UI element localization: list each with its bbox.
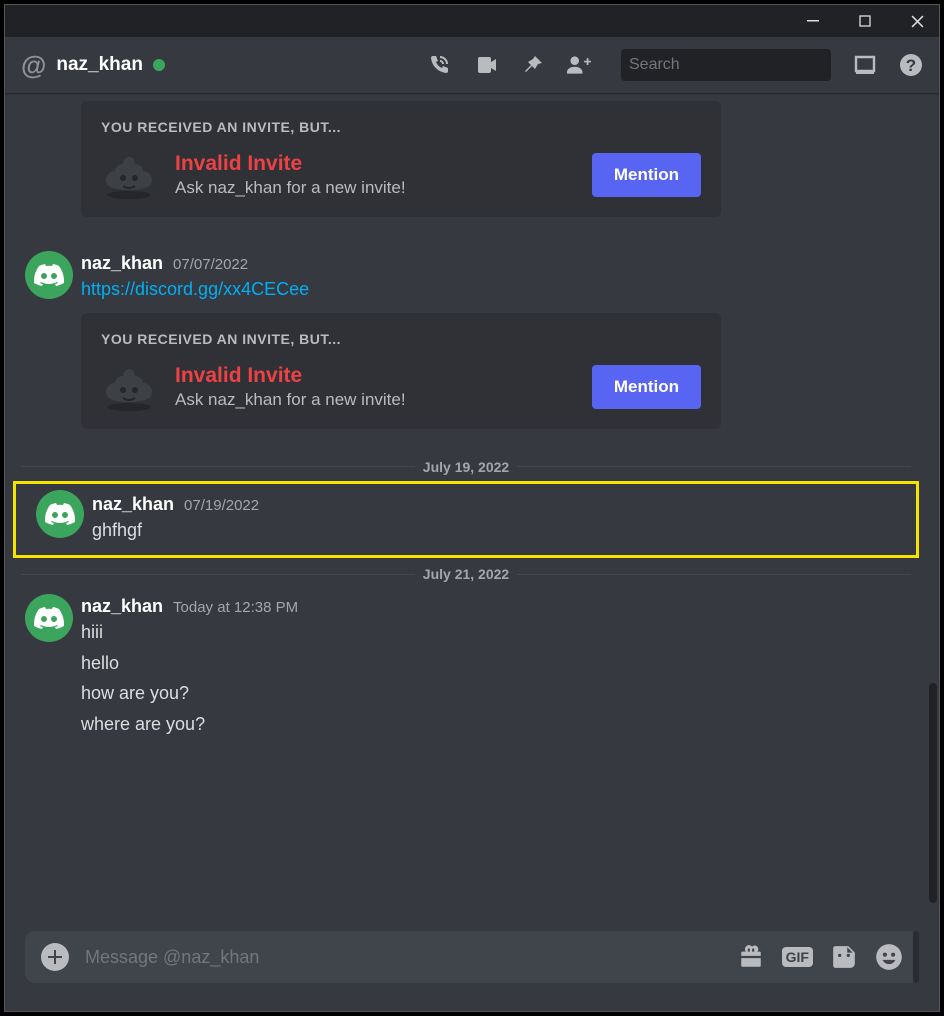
channel-name: naz_khan bbox=[56, 54, 143, 76]
invite-invalid-label: Invalid Invite bbox=[175, 364, 574, 388]
emoji-button[interactable] bbox=[875, 943, 903, 971]
avatar[interactable] bbox=[36, 490, 84, 538]
avatar[interactable] bbox=[25, 594, 73, 642]
scrollbar-thumb[interactable] bbox=[929, 683, 937, 903]
date-divider: July 21, 2022 bbox=[21, 566, 911, 582]
inbox-button[interactable] bbox=[853, 53, 877, 77]
composer-scrollbar[interactable] bbox=[913, 931, 919, 983]
poop-icon bbox=[101, 151, 157, 199]
help-button[interactable]: ? bbox=[899, 53, 923, 77]
message-text: ghfhgf bbox=[92, 515, 892, 546]
invite-title: YOU RECEIVED AN INVITE, BUT... bbox=[101, 119, 701, 135]
message-list: YOU RECEIVED AN INVITE, BUT... Invalid I… bbox=[5, 93, 927, 931]
message-item: naz_khan 07/19/2022 ghfhgf bbox=[16, 484, 908, 556]
at-icon: @ bbox=[21, 50, 46, 81]
message-composer[interactable]: GIF bbox=[25, 931, 919, 983]
window-minimize-button[interactable] bbox=[799, 7, 827, 35]
message-input[interactable] bbox=[85, 947, 722, 968]
message-item: naz_khan Today at 12:38 PM hiii hello ho… bbox=[5, 588, 927, 741]
chat-content: YOU RECEIVED AN INVITE, BUT... Invalid I… bbox=[5, 93, 939, 931]
search-box[interactable] bbox=[621, 49, 831, 81]
invite-embed: YOU RECEIVED AN INVITE, BUT... Invalid I… bbox=[81, 101, 721, 217]
message-author[interactable]: naz_khan bbox=[81, 596, 163, 617]
message-item: YOU RECEIVED AN INVITE, BUT... Invalid I… bbox=[5, 101, 927, 219]
channel-header: @ naz_khan ? bbox=[5, 37, 939, 93]
svg-text:?: ? bbox=[906, 56, 916, 75]
message-item: naz_khan 07/07/2022 https://discord.gg/x… bbox=[5, 245, 927, 431]
scrollbar-track[interactable] bbox=[927, 93, 939, 931]
gif-button[interactable]: GIF bbox=[782, 947, 813, 967]
app-window: @ naz_khan ? bbox=[4, 4, 940, 1012]
add-friend-button[interactable] bbox=[567, 53, 591, 77]
message-author[interactable]: naz_khan bbox=[92, 494, 174, 515]
highlighted-message: naz_khan 07/19/2022 ghfhgf bbox=[13, 481, 919, 559]
message-timestamp: 07/19/2022 bbox=[184, 497, 259, 514]
status-online-icon bbox=[153, 59, 165, 71]
date-divider-label: July 21, 2022 bbox=[415, 566, 517, 582]
message-text: how are you? bbox=[81, 678, 911, 709]
window-titlebar bbox=[5, 5, 939, 37]
attach-button[interactable] bbox=[41, 943, 69, 971]
gif-label: GIF bbox=[782, 947, 813, 967]
message-timestamp: 07/07/2022 bbox=[173, 256, 248, 273]
date-divider-label: July 19, 2022 bbox=[415, 459, 517, 475]
invite-ask-text: Ask naz_khan for a new invite! bbox=[175, 178, 574, 198]
invite-title: YOU RECEIVED AN INVITE, BUT... bbox=[101, 331, 701, 347]
message-timestamp: Today at 12:38 PM bbox=[173, 599, 298, 616]
avatar[interactable] bbox=[25, 251, 73, 299]
mention-button[interactable]: Mention bbox=[592, 365, 701, 409]
message-text: hello bbox=[81, 648, 911, 679]
invite-invalid-label: Invalid Invite bbox=[175, 152, 574, 176]
message-link[interactable]: https://discord.gg/xx4CECee bbox=[81, 274, 911, 305]
mention-button[interactable]: Mention bbox=[592, 153, 701, 197]
search-input[interactable] bbox=[629, 56, 836, 74]
composer-area: GIF bbox=[5, 931, 939, 1011]
invite-ask-text: Ask naz_khan for a new invite! bbox=[175, 390, 574, 410]
date-divider: July 19, 2022 bbox=[21, 459, 911, 475]
invite-embed: YOU RECEIVED AN INVITE, BUT... Invalid I… bbox=[81, 313, 721, 429]
sticker-button[interactable] bbox=[831, 944, 857, 970]
message-text: where are you? bbox=[81, 709, 911, 740]
poop-icon bbox=[101, 363, 157, 411]
gift-button[interactable] bbox=[738, 944, 764, 970]
message-text: hiii bbox=[81, 617, 911, 648]
video-call-button[interactable] bbox=[475, 53, 499, 77]
voice-call-button[interactable] bbox=[429, 53, 453, 77]
window-close-button[interactable] bbox=[903, 7, 931, 35]
message-author[interactable]: naz_khan bbox=[81, 253, 163, 274]
pinned-messages-button[interactable] bbox=[521, 53, 545, 77]
window-maximize-button[interactable] bbox=[851, 7, 879, 35]
